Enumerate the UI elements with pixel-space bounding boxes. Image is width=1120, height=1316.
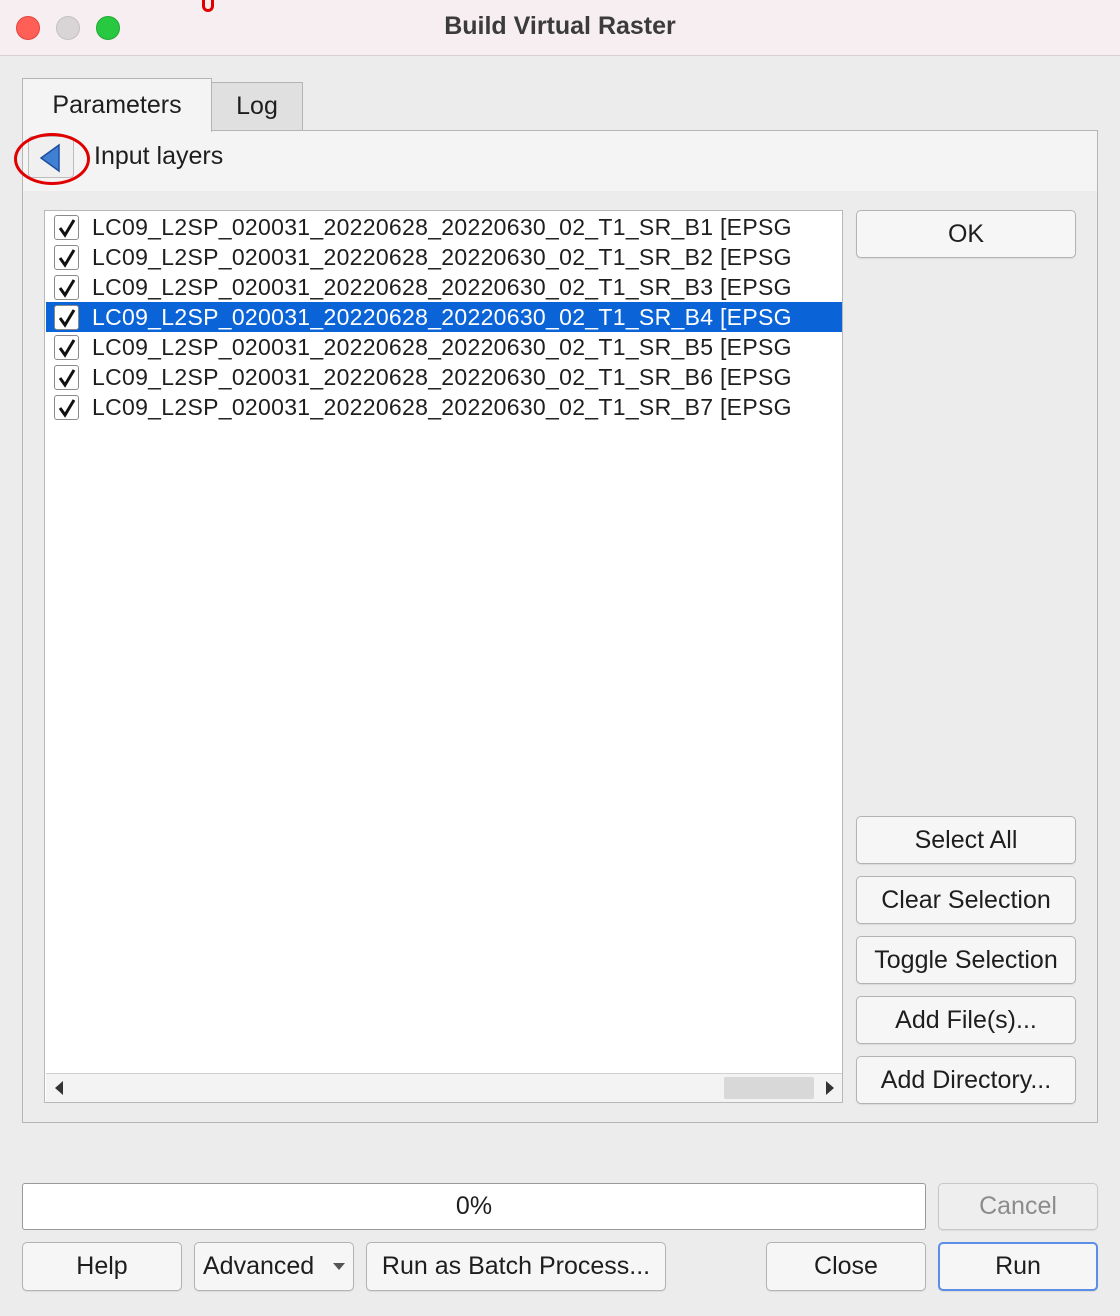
clear-selection-button[interactable]: Clear Selection bbox=[856, 876, 1076, 924]
layer-checkbox[interactable] bbox=[54, 275, 79, 300]
run-button[interactable]: Run bbox=[938, 1242, 1098, 1291]
advanced-label: Advanced bbox=[203, 1252, 315, 1280]
input-layers-label: Input layers bbox=[94, 142, 224, 170]
check-icon bbox=[58, 309, 76, 328]
title-bar: Build Virtual Raster bbox=[0, 0, 1120, 56]
progress-text: 0% bbox=[455, 1192, 493, 1220]
scroll-left-icon[interactable] bbox=[54, 1080, 64, 1096]
layer-checkbox[interactable] bbox=[54, 245, 79, 270]
layer-name: LC09_L2SP_020031_20220628_20220630_02_T1… bbox=[92, 274, 792, 300]
layer-name: LC09_L2SP_020031_20220628_20220630_02_T1… bbox=[92, 214, 792, 240]
layer-checkbox[interactable] bbox=[54, 365, 79, 390]
layer-checkbox[interactable] bbox=[54, 215, 79, 240]
check-icon bbox=[58, 339, 76, 358]
run-as-batch-button[interactable]: Run as Batch Process... bbox=[366, 1242, 666, 1291]
add-directory-button[interactable]: Add Directory... bbox=[856, 1056, 1076, 1104]
scroll-right-icon[interactable] bbox=[825, 1080, 835, 1096]
layer-name: LC09_L2SP_020031_20220628_20220630_02_T1… bbox=[92, 394, 792, 420]
add-files-button[interactable]: Add File(s)... bbox=[856, 996, 1076, 1044]
check-icon bbox=[58, 399, 76, 418]
layer-name: LC09_L2SP_020031_20220628_20220630_02_T1… bbox=[92, 244, 792, 270]
input-layers-list[interactable]: LC09_L2SP_020031_20220628_20220630_02_T1… bbox=[44, 210, 843, 1103]
tab-log[interactable]: Log bbox=[211, 82, 303, 130]
list-item[interactable]: LC09_L2SP_020031_20220628_20220630_02_T1… bbox=[46, 272, 842, 302]
horizontal-scrollbar[interactable] bbox=[46, 1073, 842, 1102]
list-item[interactable]: LC09_L2SP_020031_20220628_20220630_02_T1… bbox=[46, 212, 842, 242]
chevron-down-icon bbox=[333, 1263, 345, 1270]
progress-bar: 0% bbox=[22, 1183, 926, 1230]
scrollbar-thumb[interactable] bbox=[724, 1077, 814, 1099]
cancel-button[interactable]: Cancel bbox=[938, 1183, 1098, 1230]
ok-button[interactable]: OK bbox=[856, 210, 1076, 258]
check-icon bbox=[58, 219, 76, 238]
layer-checkbox[interactable] bbox=[54, 395, 79, 420]
select-all-button[interactable]: Select All bbox=[856, 816, 1076, 864]
layer-name: LC09_L2SP_020031_20220628_20220630_02_T1… bbox=[92, 334, 792, 360]
layer-name: LC09_L2SP_020031_20220628_20220630_02_T1… bbox=[92, 364, 792, 390]
list-item[interactable]: LC09_L2SP_020031_20220628_20220630_02_T1… bbox=[46, 242, 842, 272]
help-button[interactable]: Help bbox=[22, 1242, 182, 1291]
advanced-dropdown[interactable]: Advanced bbox=[194, 1242, 354, 1291]
toggle-selection-button[interactable]: Toggle Selection bbox=[856, 936, 1076, 984]
tab-parameters[interactable]: Parameters bbox=[22, 78, 212, 132]
window-title: Build Virtual Raster bbox=[444, 12, 676, 40]
list-item-selected[interactable]: LC09_L2SP_020031_20220628_20220630_02_T1… bbox=[46, 302, 842, 332]
list-item[interactable]: LC09_L2SP_020031_20220628_20220630_02_T1… bbox=[46, 332, 842, 362]
layer-checkbox[interactable] bbox=[54, 335, 79, 360]
check-icon bbox=[58, 249, 76, 268]
list-item[interactable]: LC09_L2SP_020031_20220628_20220630_02_T1… bbox=[46, 392, 842, 422]
annotation-mark bbox=[202, 0, 214, 12]
layer-name: LC09_L2SP_020031_20220628_20220630_02_T1… bbox=[92, 304, 792, 330]
list-item[interactable]: LC09_L2SP_020031_20220628_20220630_02_T1… bbox=[46, 362, 842, 392]
check-icon bbox=[58, 279, 76, 298]
layer-checkbox[interactable] bbox=[54, 305, 79, 330]
annotation-circle bbox=[14, 133, 90, 185]
close-button[interactable]: Close bbox=[766, 1242, 926, 1291]
check-icon bbox=[58, 369, 76, 388]
